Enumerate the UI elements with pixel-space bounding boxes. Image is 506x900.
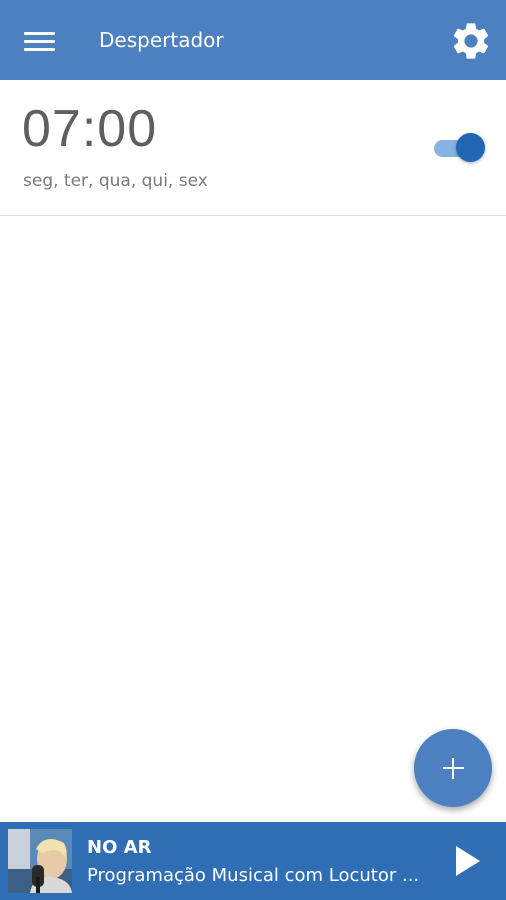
radio-player-bar[interactable]: NO AR Programação Musical com Locutor ..…: [0, 822, 506, 900]
add-alarm-button[interactable]: [414, 729, 492, 807]
toggle-knob: [456, 133, 485, 162]
alarm-item[interactable]: 07:00 seg, ter, qua, qui, sex: [0, 80, 506, 216]
alarm-toggle[interactable]: [432, 133, 486, 163]
alarm-time: 07:00: [22, 100, 158, 158]
on-air-label: NO AR: [87, 837, 152, 858]
alarm-repeat-days: seg, ter, qua, qui, sex: [23, 171, 208, 191]
gear-icon: [453, 23, 489, 59]
settings-button[interactable]: [449, 19, 493, 63]
play-button[interactable]: [446, 840, 488, 882]
menu-button[interactable]: [18, 24, 62, 60]
program-title: Programação Musical com Locutor ...: [87, 865, 420, 886]
play-icon: [456, 846, 480, 876]
page-title: Despertador: [99, 28, 224, 52]
station-cover-image: [8, 829, 72, 893]
app-bar: Despertador: [0, 0, 506, 80]
